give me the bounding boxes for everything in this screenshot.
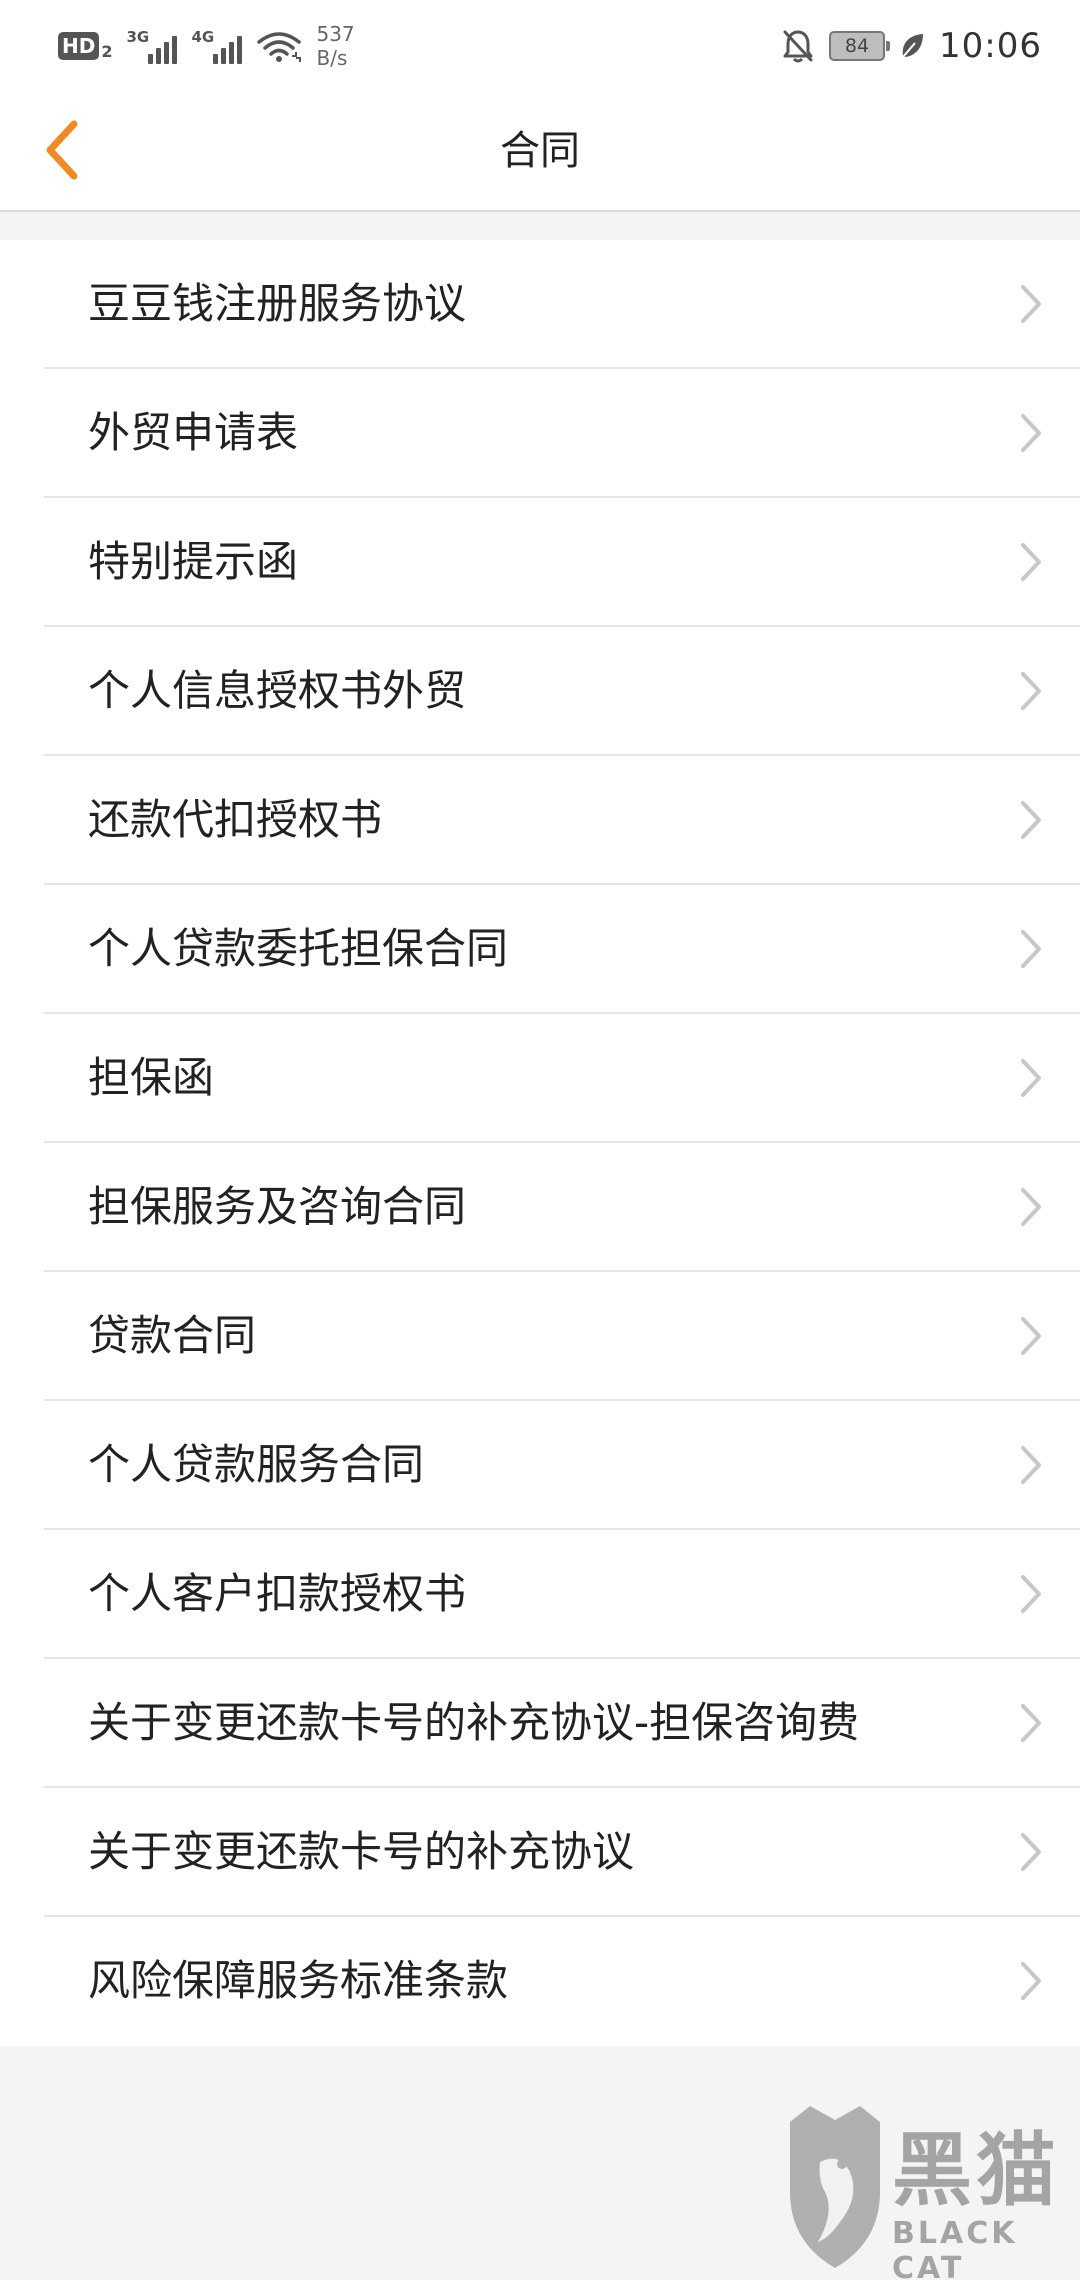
speed-value: 537 <box>316 22 355 46</box>
list-item[interactable]: 担保服务及咨询合同 <box>44 1143 1080 1272</box>
chevron-right-icon <box>1021 1833 1041 1871</box>
network-4g-label: 4G <box>191 28 215 46</box>
chevron-right-icon <box>1021 1446 1041 1484</box>
leaf-icon <box>902 34 924 58</box>
list-item[interactable]: 担保函 <box>44 1014 1080 1143</box>
navigation-bar: 合同 <box>0 92 1080 212</box>
signal-bar <box>221 48 227 64</box>
contract-list: 豆豆钱注册服务协议 外贸申请表 特别提示函 个人信息授权书外贸 还款代扣授权书 … <box>0 240 1080 2046</box>
list-item-label: 担保服务及咨询合同 <box>88 1182 467 1231</box>
chevron-right-icon <box>1021 1575 1041 1613</box>
chevron-right-icon <box>1021 672 1041 710</box>
signal-bar <box>237 36 243 64</box>
list-item-label: 关于变更还款卡号的补充协议 <box>88 1827 635 1876</box>
chevron-right-icon <box>1021 414 1041 452</box>
signal-bar <box>213 54 219 64</box>
signal-bar <box>172 36 178 64</box>
signal-4g-icon: 4G <box>191 28 243 64</box>
list-item-label: 个人信息授权书外贸 <box>88 666 467 715</box>
status-bar-right: 84 10:06 <box>781 20 1042 72</box>
list-item-label: 外贸申请表 <box>88 408 299 457</box>
list-item[interactable]: 关于变更还款卡号的补充协议 <box>44 1788 1080 1917</box>
list-item-label: 个人贷款委托担保合同 <box>88 924 509 973</box>
chevron-right-icon <box>1021 543 1041 581</box>
list-item-label: 个人客户扣款授权书 <box>88 1569 467 1618</box>
list-item[interactable]: 外贸申请表 <box>44 369 1080 498</box>
list-item-label: 风险保障服务标准条款 <box>88 1956 509 2005</box>
chevron-right-icon <box>1021 1188 1041 1226</box>
list-item-label: 担保函 <box>88 1053 215 1102</box>
network-speed: 537 B/s <box>316 22 354 70</box>
list-item[interactable]: 个人贷款服务合同 <box>44 1401 1080 1530</box>
chevron-right-icon <box>1021 1317 1041 1355</box>
watermark-title: 黑猫 <box>892 2124 1060 2217</box>
contracts-screen: HD 2 3G 4G 537 B/s 84 10:06 合同 豆豆钱注册服务协议… <box>0 0 1080 2280</box>
hd-sub-label: 2 <box>101 41 113 61</box>
cat-shield-logo <box>790 2106 880 2268</box>
signal-bar <box>156 48 162 64</box>
signal-3g-icon: 3G <box>126 28 178 64</box>
list-item[interactable]: 个人信息授权书外贸 <box>44 627 1080 756</box>
status-bar-left: HD 2 3G 4G 537 B/s <box>58 20 355 72</box>
list-item[interactable]: 风险保障服务标准条款 <box>44 1917 1080 2046</box>
chevron-right-icon <box>1021 1059 1041 1097</box>
chevron-right-icon <box>1021 1962 1041 2000</box>
battery-level: 84 <box>844 35 870 57</box>
chevron-right-icon <box>1021 930 1041 968</box>
list-item[interactable]: 贷款合同 <box>44 1272 1080 1401</box>
watermark-subtitle: BLACK CAT <box>892 2216 1018 2280</box>
battery-icon: 84 <box>829 31 891 61</box>
list-item-label: 关于变更还款卡号的补充协议-担保咨询费 <box>88 1698 860 1747</box>
list-item[interactable]: 个人客户扣款授权书 <box>44 1530 1080 1659</box>
network-3g-label: 3G <box>126 28 150 46</box>
hd-label: HD <box>58 32 100 60</box>
clock-time: 10:06 <box>939 26 1042 66</box>
status-bar: HD 2 3G 4G 537 B/s 84 10:06 <box>0 0 1080 92</box>
hd-voice-badge: HD 2 <box>58 32 112 61</box>
list-item[interactable]: 个人贷款委托担保合同 <box>44 885 1080 1014</box>
signal-bar <box>164 42 170 64</box>
chevron-right-icon <box>1021 1704 1041 1742</box>
chevron-right-icon <box>1021 801 1041 839</box>
bell-off-icon <box>783 30 813 63</box>
list-item-label: 还款代扣授权书 <box>88 795 383 844</box>
black-cat-watermark: 黑猫 BLACK CAT <box>780 2098 1070 2280</box>
list-item[interactable]: 特别提示函 <box>44 498 1080 627</box>
list-item[interactable]: 关于变更还款卡号的补充协议-担保咨询费 <box>44 1659 1080 1788</box>
wifi-icon <box>257 32 302 62</box>
list-item-label: 特别提示函 <box>88 537 299 586</box>
list-item[interactable]: 还款代扣授权书 <box>44 756 1080 885</box>
chevron-right-icon <box>1021 285 1041 323</box>
list-item-label: 豆豆钱注册服务协议 <box>88 279 467 328</box>
signal-bar <box>229 42 235 64</box>
signal-bar <box>148 54 154 64</box>
speed-unit: B/s <box>316 46 348 70</box>
list-item-label: 个人贷款服务合同 <box>88 1440 425 1489</box>
list-item[interactable]: 豆豆钱注册服务协议 <box>44 240 1080 369</box>
list-item-label: 贷款合同 <box>88 1311 257 1360</box>
page-title: 合同 <box>500 128 580 174</box>
